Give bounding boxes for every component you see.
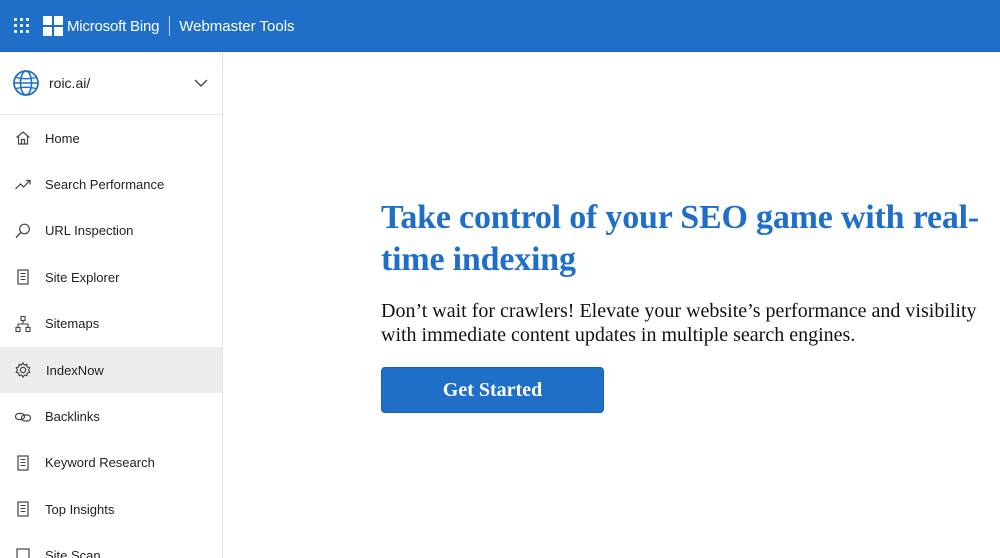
home-icon: [16, 131, 30, 145]
document-icon: [17, 501, 29, 517]
page-headline: Take control of your SEO game with real-…: [381, 199, 980, 278]
sidebar-item-url-inspection[interactable]: URL Inspection: [0, 208, 222, 254]
sidebar-item-label: Sitemaps: [45, 316, 100, 332]
globe-icon: [13, 70, 39, 96]
sidebar-item-label: Site Explorer: [45, 269, 120, 285]
site-selector[interactable]: roic.ai/: [0, 52, 222, 115]
link-icon: [14, 412, 32, 422]
main-content: Take control of your SEO game with real-…: [224, 52, 1000, 558]
sitemap-icon: [15, 315, 31, 332]
brand-name[interactable]: Microsoft Bing: [67, 18, 159, 35]
top-bar: Microsoft Bing Webmaster Tools: [0, 0, 1000, 52]
microsoft-logo-icon: [43, 16, 63, 36]
sidebar-item-label: Backlinks: [45, 409, 100, 425]
sidebar-item-home[interactable]: Home: [0, 115, 222, 161]
sidebar-item-label: URL Inspection: [45, 223, 134, 239]
search-icon: [15, 223, 30, 238]
brand-divider: [169, 16, 171, 36]
sidebar-item-search-performance[interactable]: Search Performance: [0, 161, 222, 207]
app-launcher-icon[interactable]: [14, 18, 30, 34]
scan-icon: [16, 548, 30, 558]
sidebar-item-keyword-research[interactable]: Keyword Research: [0, 440, 222, 486]
sidebar-item-label: IndexNow: [46, 362, 104, 378]
sidebar-item-backlinks[interactable]: Backlinks: [0, 393, 222, 439]
sidebar-item-label: Top Insights: [45, 501, 115, 517]
gear-icon: [15, 361, 31, 379]
sidebar-item-top-insights[interactable]: Top Insights: [0, 486, 222, 532]
trend-icon: [15, 179, 31, 190]
get-started-button[interactable]: Get Started: [381, 367, 604, 413]
product-name[interactable]: Webmaster Tools: [179, 18, 294, 35]
site-name: roic.ai/: [49, 75, 91, 91]
sidebar-item-label: Site Scan: [45, 548, 101, 558]
sidebar: roic.ai/ Home Search Performance URL Ins…: [0, 52, 223, 558]
sidebar-item-label: Home: [45, 130, 80, 146]
page-description: Don’t wait for crawlers! Elevate your we…: [381, 299, 1000, 347]
sidebar-item-label: Keyword Research: [45, 455, 155, 471]
sidebar-item-site-explorer[interactable]: Site Explorer: [0, 254, 222, 300]
document-icon: [17, 269, 29, 285]
description-line: with immediate content updates in multip…: [381, 324, 856, 346]
chevron-down-icon[interactable]: [194, 76, 208, 90]
document-icon: [17, 455, 29, 471]
sidebar-item-sitemaps[interactable]: Sitemaps: [0, 301, 222, 347]
sidebar-item-indexnow[interactable]: IndexNow: [0, 346, 222, 394]
sidebar-item-site-scan[interactable]: Site Scan: [0, 533, 222, 558]
sidebar-item-label: Search Performance: [45, 177, 165, 193]
description-line: Don’t wait for crawlers! Elevate your we…: [381, 300, 977, 322]
